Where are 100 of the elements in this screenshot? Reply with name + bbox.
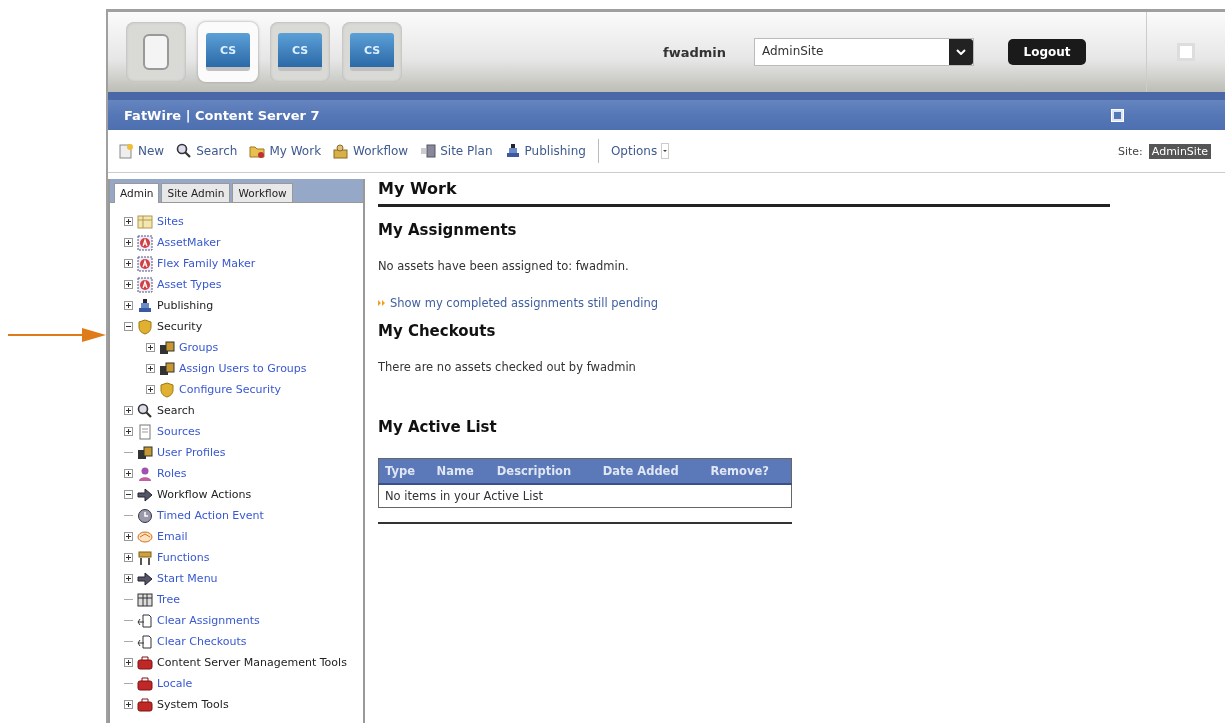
- site-label: Site:: [1118, 144, 1143, 158]
- toolbar-button[interactable]: Publishing: [504, 143, 586, 159]
- section-heading: My Checkouts: [378, 322, 496, 340]
- expand-icon[interactable]: [124, 406, 133, 415]
- tree-item[interactable]: Start Menu: [157, 572, 218, 585]
- tree-item[interactable]: User Profiles: [157, 446, 226, 459]
- sidebar-tab[interactable]: Workflow: [232, 183, 293, 202]
- expand-icon[interactable]: [146, 364, 155, 373]
- column-header: Name: [430, 458, 491, 484]
- column-header: Remove?: [704, 458, 792, 484]
- tree-item[interactable]: Publishing: [157, 299, 214, 312]
- product-title: FatWire | Content Server 7: [124, 107, 320, 123]
- monitor-icon: CS: [206, 33, 250, 71]
- tree-item[interactable]: AssetMaker: [157, 236, 221, 249]
- page-title: My Work: [378, 179, 457, 198]
- expand-icon[interactable]: [124, 532, 133, 541]
- toolbar-button[interactable]: New: [118, 143, 165, 159]
- sidebar-tab[interactable]: Admin: [114, 183, 160, 203]
- expand-icon[interactable]: [146, 343, 155, 352]
- expand-icon[interactable]: [124, 259, 133, 268]
- tree-item[interactable]: Workflow Actions: [157, 488, 252, 501]
- tree-item[interactable]: Tree: [157, 593, 180, 606]
- empty-message: No items in your Active List: [385, 489, 543, 503]
- app-launcher-button[interactable]: [126, 22, 186, 82]
- expand-icon[interactable]: [124, 280, 133, 289]
- document-icon: [137, 423, 153, 440]
- user-name: fwadmin: [663, 44, 726, 60]
- site-dropdown[interactable]: AdminSite: [754, 38, 974, 66]
- double-chevron-icon: [378, 300, 386, 306]
- stack-icon: [504, 143, 521, 159]
- tree-item[interactable]: Email: [157, 530, 188, 543]
- collapse-icon[interactable]: [124, 490, 133, 499]
- shield-icon: [137, 318, 153, 335]
- expand-icon[interactable]: [124, 217, 133, 226]
- tree-item[interactable]: Configure Security: [179, 383, 281, 396]
- section-heading: My Active List: [378, 418, 497, 436]
- toolbox-icon: [137, 654, 153, 671]
- toolbar-button[interactable]: Search: [176, 143, 238, 159]
- person-icon: [137, 465, 153, 482]
- tree-item[interactable]: Search: [157, 404, 195, 417]
- grid-icon: [137, 213, 153, 230]
- expand-icon[interactable]: [124, 301, 133, 310]
- tree-item[interactable]: Groups: [179, 341, 219, 354]
- page-icon: [118, 143, 134, 159]
- expand-icon[interactable]: [124, 469, 133, 478]
- tree-item[interactable]: Roles: [157, 467, 187, 480]
- options-menu[interactable]: Options: [610, 143, 670, 159]
- people-icon: [137, 444, 153, 461]
- tree-item[interactable]: Clear Assignments: [157, 614, 260, 627]
- toolbox-icon: [137, 675, 153, 692]
- toolbox-icon: [137, 696, 153, 713]
- app-launcher-button[interactable]: CS: [270, 22, 330, 82]
- envelope-icon: [137, 528, 153, 545]
- tree-item[interactable]: Sources: [157, 425, 201, 438]
- search-icon: [137, 402, 153, 419]
- clock-icon: [137, 507, 153, 524]
- expand-icon[interactable]: [124, 700, 133, 709]
- toolbar-button[interactable]: Workflow: [333, 143, 409, 159]
- tree-item[interactable]: Sites: [157, 215, 184, 228]
- sidebar-tab[interactable]: Site Admin: [161, 183, 231, 202]
- letter-a-icon: [137, 276, 153, 293]
- device-icon: [143, 34, 169, 70]
- expand-icon[interactable]: [124, 427, 133, 436]
- tree-item[interactable]: Security: [157, 320, 203, 333]
- expand-icon[interactable]: [124, 574, 133, 583]
- pending-assignments-link[interactable]: Show my completed assignments still pending: [378, 296, 659, 310]
- info-message: No assets have been assigned to: fwadmin.: [378, 259, 629, 273]
- table-icon: [137, 591, 153, 608]
- section-heading: My Assignments: [378, 221, 517, 239]
- people-icon: [159, 360, 175, 377]
- arrow-icon: [137, 486, 153, 503]
- tree-item[interactable]: Timed Action Event: [157, 509, 264, 522]
- toolbar-button[interactable]: My Work: [249, 143, 322, 159]
- tree-item[interactable]: Flex Family Maker: [157, 257, 256, 270]
- toolbar-button[interactable]: Site Plan: [420, 143, 493, 159]
- people-icon: [159, 339, 175, 356]
- tree-item[interactable]: Asset Types: [157, 278, 222, 291]
- site-name-tag: AdminSite: [1148, 143, 1211, 159]
- expand-icon[interactable]: [124, 553, 133, 562]
- page-arrow-icon: [137, 612, 153, 629]
- monitor-icon: CS: [278, 33, 322, 71]
- column-header: Type: [378, 458, 431, 484]
- tree-item[interactable]: Locale: [157, 677, 193, 690]
- tree-item[interactable]: Assign Users to Groups: [179, 362, 307, 375]
- expand-icon[interactable]: [124, 658, 133, 667]
- expand-icon[interactable]: [146, 385, 155, 394]
- expand-icon[interactable]: [124, 238, 133, 247]
- app-launcher-button[interactable]: CS: [198, 22, 258, 82]
- tree-item[interactable]: Content Server Management Tools: [157, 656, 347, 669]
- info-message: There are no assets checked out by fwadmin: [378, 360, 636, 374]
- tree-item[interactable]: Functions: [157, 551, 210, 564]
- app-launcher-button[interactable]: CS: [342, 22, 402, 82]
- window-icon[interactable]: [1111, 108, 1124, 122]
- tree-item[interactable]: Clear Checkouts: [157, 635, 247, 648]
- collapse-icon[interactable]: [124, 322, 133, 331]
- chevron-down-icon: [956, 49, 966, 55]
- folder-icon: [249, 143, 266, 159]
- search-icon: [176, 143, 193, 159]
- logout-button[interactable]: Logout: [1008, 39, 1086, 65]
- tree-item[interactable]: System Tools: [157, 698, 229, 711]
